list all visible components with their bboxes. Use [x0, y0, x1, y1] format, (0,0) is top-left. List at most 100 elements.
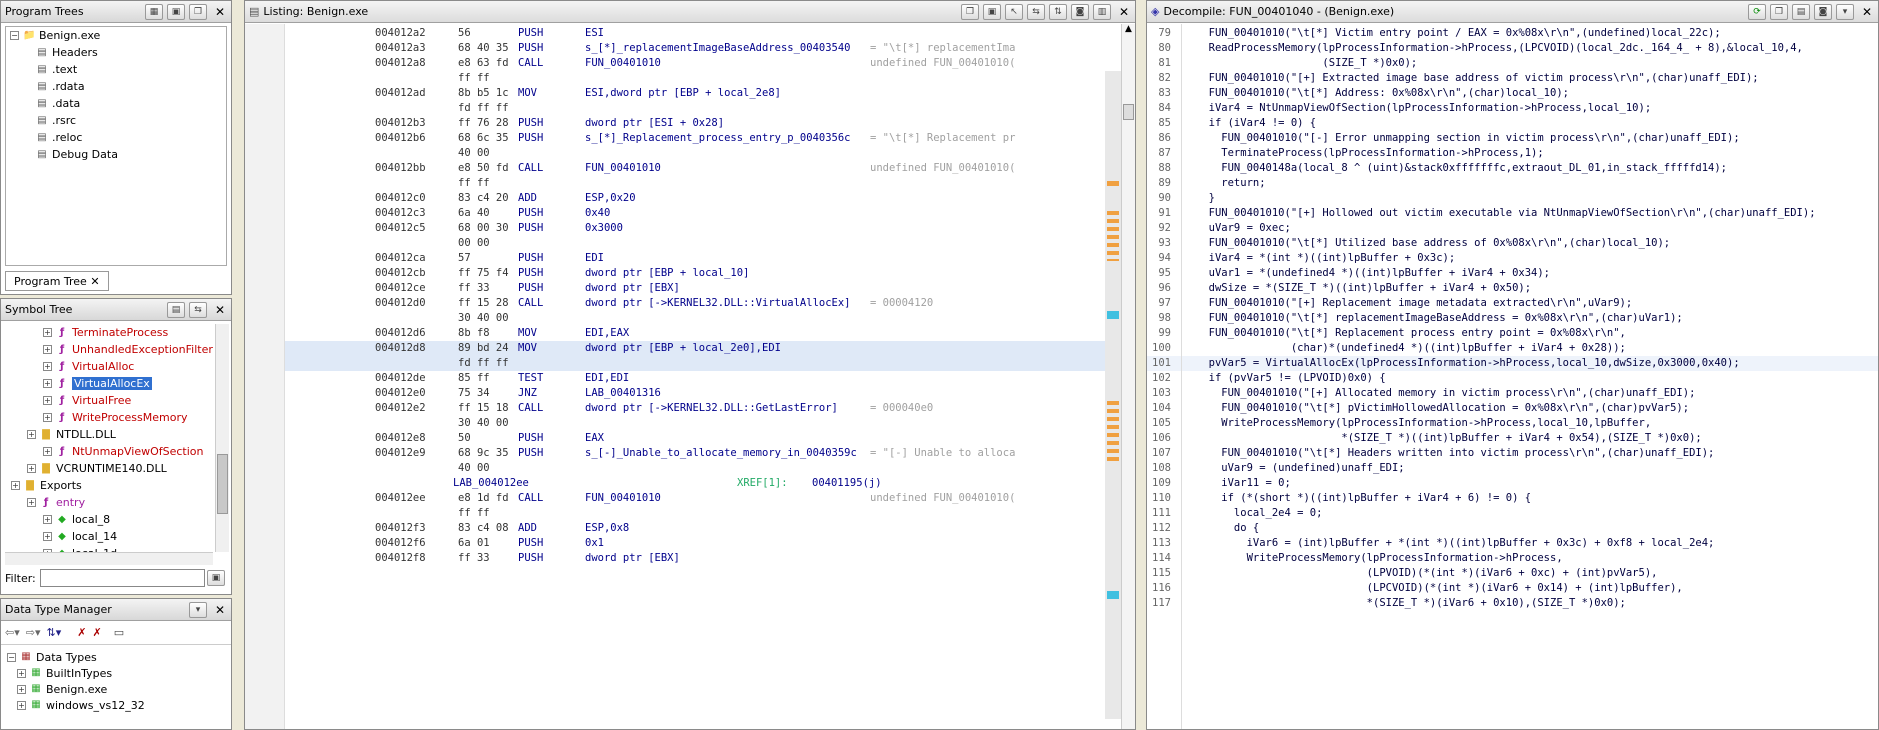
address[interactable]: 004012c0: [375, 191, 426, 206]
listing-row[interactable]: fd ff ff: [285, 101, 1105, 116]
expand-icon[interactable]: +: [43, 328, 52, 337]
decompile-line[interactable]: 116 (LPCVOID)(*(int *)(iVar6 + 0x14) + (…: [1147, 581, 1878, 596]
operand[interactable]: dword ptr [->KERNEL32.DLL::VirtualAllocE…: [585, 296, 851, 311]
symbol-tree-scrollbar[interactable]: [215, 324, 229, 552]
listing-row[interactable]: 004012a2 56 PUSH ESI: [285, 26, 1105, 41]
address[interactable]: 004012ce: [375, 281, 426, 296]
expand-icon[interactable]: +: [27, 464, 36, 473]
expand-icon[interactable]: +: [43, 515, 52, 524]
tree-options-icon[interactable]: ⇅▾: [47, 626, 62, 639]
decompile-line[interactable]: 87 TerminateProcess(lpProcessInformation…: [1147, 146, 1878, 161]
program-tree-section[interactable]: ▤ .rdata: [6, 78, 226, 95]
operand[interactable]: ESI: [585, 26, 604, 41]
scroll-thumb[interactable]: [1123, 104, 1134, 120]
expand-icon[interactable]: +: [17, 668, 26, 678]
decompile-line[interactable]: 106 *(SIZE_T *)((int)lpBuffer + iVar4 + …: [1147, 431, 1878, 446]
address[interactable]: 004012f6: [375, 536, 426, 551]
address[interactable]: 004012e9: [375, 446, 426, 461]
listing-row[interactable]: ff ff: [285, 176, 1105, 191]
symbol-tree-item[interactable]: +◆local_1d: [5, 545, 213, 552]
expand-icon[interactable]: +: [43, 379, 52, 388]
operand[interactable]: ESP,0x8: [585, 521, 629, 536]
decompile-line[interactable]: 91 FUN_00401010("[+] Hollowed out victim…: [1147, 206, 1878, 221]
decompile-line[interactable]: 98 FUN_00401010("\t[*] replacementImageB…: [1147, 311, 1878, 326]
listing-row[interactable]: 004012f3 83 c4 08 ADD ESP,0x8: [285, 521, 1105, 536]
listing-row[interactable]: 004012e8 50 PUSH EAX: [285, 431, 1105, 446]
symbol-tree-item[interactable]: + ƒ entry: [5, 494, 213, 511]
xref-address[interactable]: 00401195(j): [812, 476, 882, 491]
decompile-line[interactable]: 97 FUN_00401010("[+] Replacement image m…: [1147, 296, 1878, 311]
operand[interactable]: dword ptr [ESI + 0x28]: [585, 116, 724, 131]
address[interactable]: 004012f8: [375, 551, 426, 566]
operand[interactable]: EDI,EAX: [585, 326, 629, 341]
address[interactable]: 004012b6: [375, 131, 426, 146]
decompile-line[interactable]: 93 FUN_00401010("\t[*] Utilized base add…: [1147, 236, 1878, 251]
listing-row[interactable]: 40 00: [285, 461, 1105, 476]
listing-row[interactable]: 004012a8 e8 63 fd CALL FUN_00401010 undefine…: [285, 56, 1105, 71]
operand[interactable]: FUN_00401010: [585, 161, 661, 176]
copy-icon[interactable]: ❐: [189, 3, 207, 20]
expand-icon[interactable]: +: [27, 430, 36, 439]
address[interactable]: 004012ad: [375, 86, 426, 101]
field-layout-icon[interactable]: ▥: [1093, 3, 1111, 20]
snapshot-icon[interactable]: ◙: [1814, 3, 1832, 20]
listing-row[interactable]: 004012ee e8 1d fd CALL FUN_00401010 undefine…: [285, 491, 1105, 506]
scroll-up-icon[interactable]: ▲: [1122, 24, 1135, 34]
paste-icon[interactable]: ▣: [983, 3, 1001, 20]
decompile-line[interactable]: 114 WriteProcessMemory(lpProcessInformat…: [1147, 551, 1878, 566]
filter-input[interactable]: [39, 569, 205, 587]
symbol-tree-item[interactable]: + ƒ VirtualFree: [5, 392, 213, 409]
refresh-icon[interactable]: ⟳: [1748, 3, 1766, 20]
symbol-tree-item[interactable]: + ƒ VirtualAllocEx: [5, 375, 213, 392]
dtm-toolbar-icon[interactable]: ▾: [189, 601, 207, 618]
listing-row[interactable]: 40 00: [285, 146, 1105, 161]
address[interactable]: 004012bb: [375, 161, 426, 176]
decompile-line[interactable]: 111 local_2e4 = 0;: [1147, 506, 1878, 521]
back-arrow-icon[interactable]: ⇦▾: [5, 626, 20, 639]
listing-row[interactable]: 00 00: [285, 236, 1105, 251]
export-icon[interactable]: ▤: [1792, 3, 1810, 20]
code-label[interactable]: LAB_004012ee: [453, 476, 529, 491]
symbol-tree-item[interactable]: + ƒ WriteProcessMemory: [5, 409, 213, 426]
close-icon[interactable]: ✕: [1859, 4, 1875, 20]
expand-icon[interactable]: +: [17, 700, 26, 710]
address[interactable]: 004012f3: [375, 521, 426, 536]
tree-toolbar-icon[interactable]: ▦: [145, 3, 163, 20]
filter-options-icon[interactable]: ▣: [207, 570, 225, 586]
decompile-line[interactable]: 103 FUN_00401010("[+] Allocated memory i…: [1147, 386, 1878, 401]
operand[interactable]: FUN_00401010: [585, 491, 661, 506]
decompile-line[interactable]: 104 FUN_00401010("\t[*] pVictimHollowedA…: [1147, 401, 1878, 416]
listing-body[interactable]: 004012a2 56 PUSH ESI 004012a3 68 40 35 PUSH s_[…: [285, 26, 1105, 717]
operand[interactable]: s_[-]_Unable_to_allocate_memory_in_00403…: [585, 446, 857, 461]
operand[interactable]: 0x1: [585, 536, 604, 551]
listing-row[interactable]: 004012ad 8b b5 1c MOV ESI,dword ptr [EBP + …: [285, 86, 1105, 101]
listing-row[interactable]: fd ff ff: [285, 356, 1105, 371]
data-type-item[interactable]: + ▦ BuiltInTypes: [5, 665, 227, 681]
listing-row[interactable]: 004012f6 6a 01 PUSH 0x1: [285, 536, 1105, 551]
listing-row[interactable]: 004012e2 ff 15 18 CALL dword ptr [->KERNEL3…: [285, 401, 1105, 416]
listing-row[interactable]: 004012c0 83 c4 20 ADD ESP,0x20: [285, 191, 1105, 206]
operand[interactable]: EAX: [585, 431, 604, 446]
operand[interactable]: dword ptr [EBP + local_2e0],EDI: [585, 341, 781, 356]
listing-row[interactable]: 30 40 00: [285, 416, 1105, 431]
decompile-line[interactable]: 96 dwSize = *(SIZE_T *)((int)lpBuffer + …: [1147, 281, 1878, 296]
symbol-tree-item[interactable]: + ▇ Exports: [5, 477, 213, 494]
decompile-line[interactable]: 95 uVar1 = *(undefined4 *)((int)lpBuffer…: [1147, 266, 1878, 281]
filter-pointers-icon[interactable]: ✗: [92, 626, 101, 639]
operand[interactable]: s_[*]_replacementImageBaseAddress_004035…: [585, 41, 851, 56]
edit-icon[interactable]: ⇅: [1049, 3, 1067, 20]
operand[interactable]: 0x3000: [585, 221, 623, 236]
tab-close-icon[interactable]: ✕: [90, 275, 99, 288]
decompile-line[interactable]: 117 *(SIZE_T *)(iVar6 + 0x10),(SIZE_T *)…: [1147, 596, 1878, 611]
operand[interactable]: FUN_00401010: [585, 56, 661, 71]
cursor-icon[interactable]: ↖: [1005, 3, 1023, 20]
address[interactable]: 004012e2: [375, 401, 426, 416]
decompile-line[interactable]: 81 (SIZE_T *)0x0);: [1147, 56, 1878, 71]
listing-overview-bar[interactable]: [1105, 71, 1121, 719]
decompile-line[interactable]: 107 FUN_00401010("\t[*] Headers written …: [1147, 446, 1878, 461]
decompile-line[interactable]: 79 FUN_00401010("\t[*] Victim entry poin…: [1147, 26, 1878, 41]
listing-row[interactable]: 30 40 00: [285, 311, 1105, 326]
symbol-tree-item[interactable]: + ▇ NTDLL.DLL: [5, 426, 213, 443]
symbol-tree-item[interactable]: + ◆ local_14: [5, 528, 213, 545]
symbol-tree-item[interactable]: + ƒ NtUnmapViewOfSection: [5, 443, 213, 460]
